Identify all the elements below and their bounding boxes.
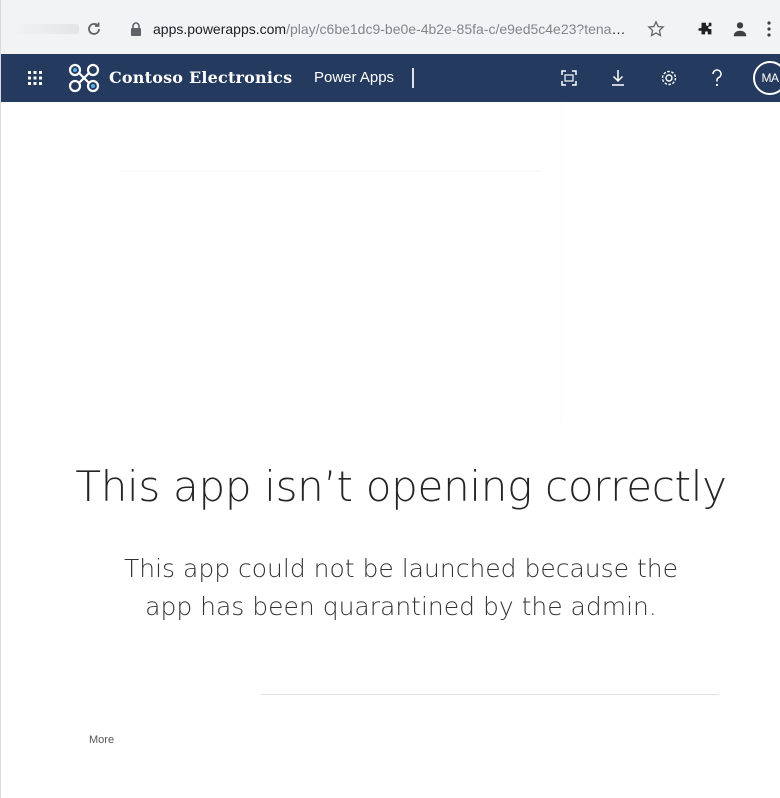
faint-artifact [561, 102, 562, 422]
url-host: apps.powerapps.com [153, 21, 287, 37]
back-forward-buttons[interactable] [15, 24, 79, 34]
address-bar[interactable]: apps.powerapps.com/play/c6be1dc9-be0e-4b… [119, 13, 659, 45]
browser-toolbar: apps.powerapps.com/play/c6be1dc9-be0e-4b… [1, 0, 780, 54]
app-header: Contoso Electronics Power Apps MA [1, 54, 780, 102]
waffle-icon[interactable] [23, 66, 47, 90]
error-message-line: This app could not be launched because t… [123, 554, 679, 583]
brand-name[interactable]: Contoso Electronics [109, 68, 292, 87]
error-message-line: app has been quarantined by the admin. [145, 592, 657, 621]
browser-window: apps.powerapps.com/play/c6be1dc9-be0e-4b… [0, 0, 780, 798]
extensions-icon[interactable] [695, 18, 717, 40]
download-icon[interactable] [606, 66, 630, 90]
avatar[interactable]: MA [753, 61, 780, 95]
profile-icon[interactable] [729, 18, 751, 40]
error-title: This app isn’t opening correctly [75, 462, 727, 511]
contoso-logo-icon [67, 62, 101, 94]
lock-icon[interactable] [125, 18, 147, 40]
fullscreen-icon[interactable] [557, 66, 581, 90]
app-canvas: This app isn’t opening correctly This ap… [1, 102, 780, 798]
settings-icon[interactable] [657, 66, 681, 90]
help-icon[interactable] [705, 66, 729, 90]
url-path: /play/c6be1dc9-be0e-4b2e-85fa-c/e9ed5c4e… [286, 21, 633, 37]
kebab-menu-icon[interactable] [761, 18, 777, 40]
reload-icon[interactable] [83, 18, 105, 40]
app-name-separator [412, 68, 414, 88]
star-icon[interactable] [645, 18, 667, 40]
app-name: Power Apps [314, 69, 395, 86]
divider [261, 694, 719, 695]
url-text: apps.powerapps.com/play/c6be1dc9-be0e-4b… [153, 21, 633, 37]
faint-artifact [121, 170, 541, 172]
more-link[interactable]: More [89, 734, 114, 746]
error-message: This app could not be launched because t… [1, 550, 780, 626]
